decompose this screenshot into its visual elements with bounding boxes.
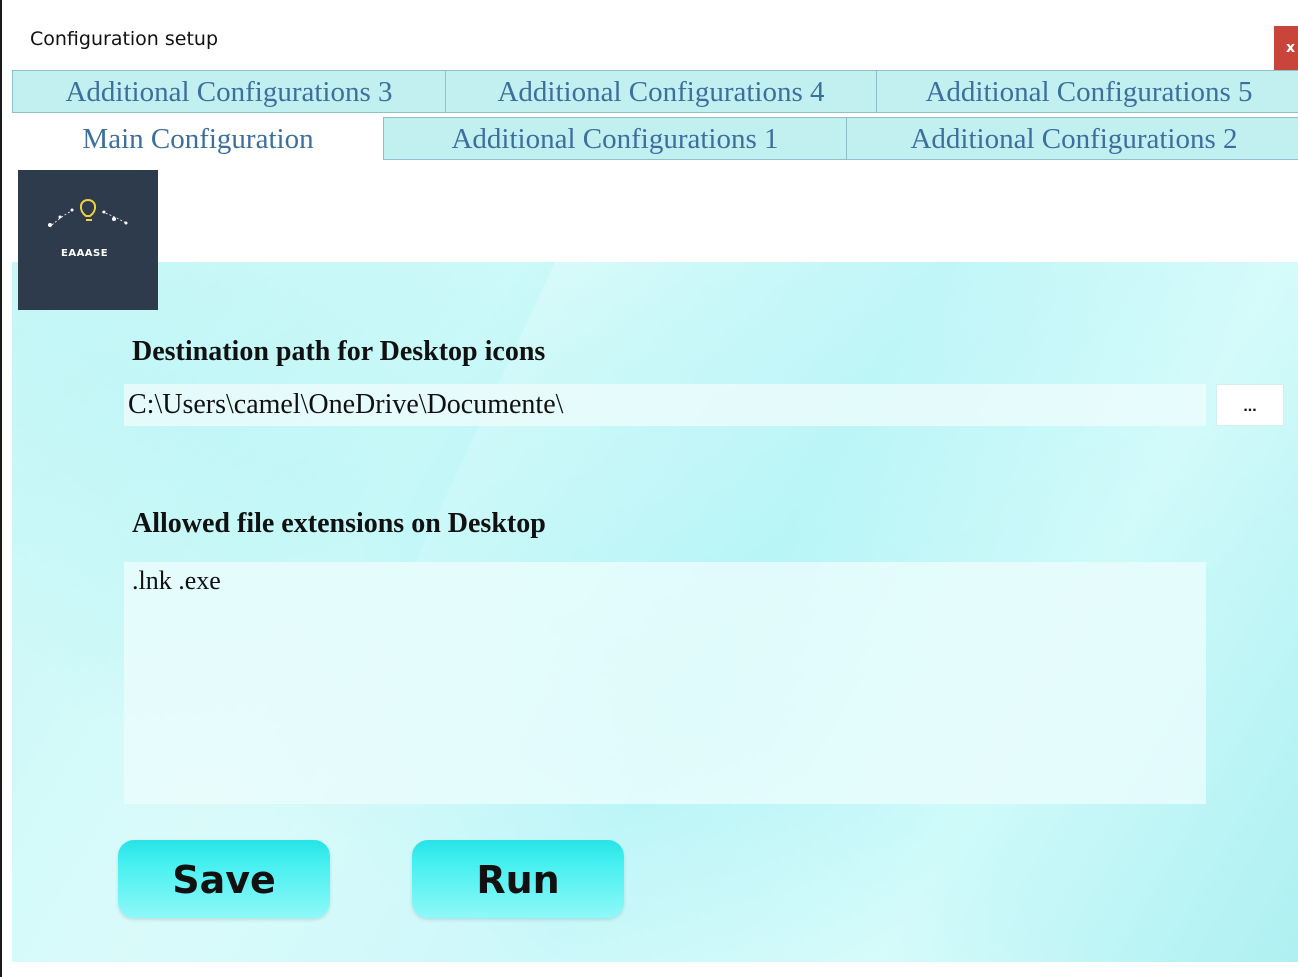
destination-path-input[interactable]: C:\Users\camel\OneDrive\Documente\: [124, 384, 1206, 426]
browse-button[interactable]: ...: [1216, 384, 1284, 426]
window-title: Configuration setup: [30, 28, 219, 50]
title-bar: Configuration setup x: [2, 8, 1298, 70]
tab-additional-configurations-3[interactable]: Additional Configurations 3: [12, 70, 446, 113]
tab-main-configuration[interactable]: Main Configuration: [12, 117, 384, 164]
configuration-window: Configuration setup x Additional Configu…: [0, 0, 1298, 977]
lightbulb-icon: [48, 198, 128, 227]
main-configuration-panel: EAAASE Destination path for Desktop icon…: [12, 164, 1298, 977]
tab-additional-configurations-5[interactable]: Additional Configurations 5: [876, 70, 1298, 113]
save-button[interactable]: Save: [118, 840, 330, 918]
tab-additional-configurations-4[interactable]: Additional Configurations 4: [445, 70, 877, 113]
tab-strip: Additional Configurations 3 Additional C…: [12, 70, 1298, 164]
tab-additional-configurations-1[interactable]: Additional Configurations 1: [383, 117, 847, 160]
logo-text: EAAASE: [61, 248, 109, 259]
run-button[interactable]: Run: [412, 840, 624, 918]
allowed-extensions-textarea[interactable]: .lnk .exe: [124, 562, 1206, 804]
app-logo: EAAASE: [18, 170, 158, 310]
destination-path-label: Destination path for Desktop icons: [132, 336, 546, 367]
close-button[interactable]: x: [1274, 26, 1298, 70]
tab-additional-configurations-2[interactable]: Additional Configurations 2: [846, 117, 1298, 160]
allowed-extensions-label: Allowed file extensions on Desktop: [132, 508, 546, 539]
